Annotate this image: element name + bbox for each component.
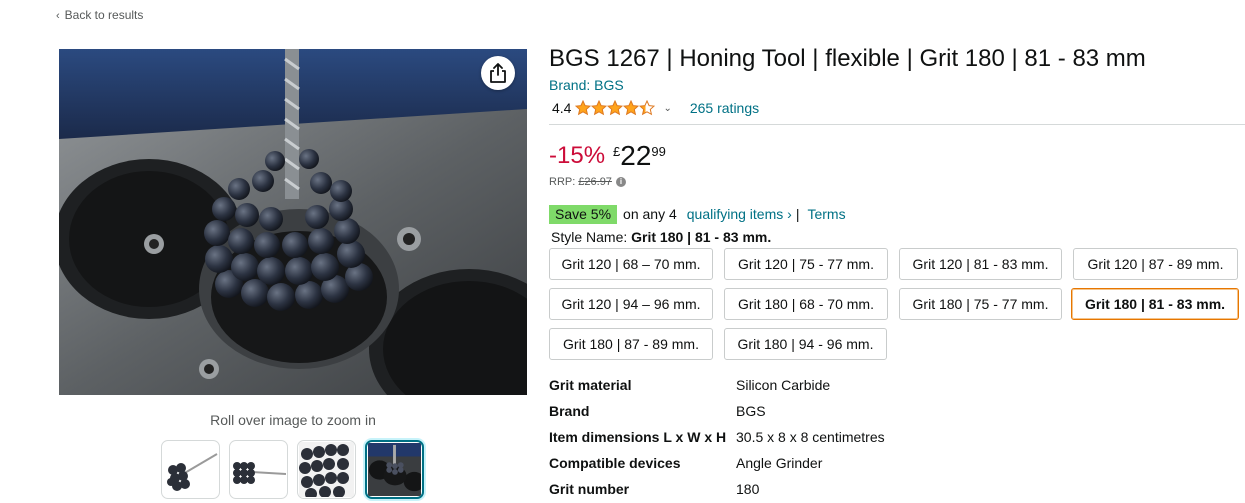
style-option[interactable]: Grit 120 | 94 – 96 mm. — [549, 288, 713, 320]
back-to-results-link[interactable]: ‹ Back to results — [56, 8, 143, 22]
rrp-row: RRP: £26.97 i — [549, 176, 1239, 188]
chevron-down-icon[interactable]: ⌄ — [663, 103, 671, 114]
spec-value: Angle Grinder — [736, 455, 823, 471]
terms-link[interactable]: Terms — [807, 206, 845, 222]
thumbnail-3[interactable] — [297, 440, 356, 499]
price-row: -15% £ 22 99 — [549, 141, 1239, 171]
spec-value: 180 — [736, 481, 760, 497]
price-fraction: 99 — [651, 144, 666, 159]
thumbnail-1[interactable] — [161, 440, 220, 499]
discount-percent: -15% — [549, 142, 606, 169]
thumbnail-image — [233, 462, 286, 484]
chevron-left-icon: ‹ — [56, 10, 60, 22]
thumbnail-strip — [161, 440, 424, 499]
star-icon — [591, 100, 608, 116]
info-icon[interactable]: i — [615, 177, 626, 187]
save-badge: Save 5% — [549, 204, 618, 224]
honing-tool-photo — [59, 49, 527, 395]
spec-row: Grit material Silicon Carbide — [549, 372, 885, 398]
spec-key: Item dimensions L x W x H — [549, 429, 727, 445]
spec-key: Compatible devices — [549, 455, 681, 471]
thumbnail-image — [167, 453, 218, 491]
price-whole: 22 — [620, 140, 652, 171]
main-product-image[interactable] — [59, 49, 527, 395]
style-option[interactable]: Grit 180 | 87 - 89 mm. — [549, 328, 713, 360]
rrp-label: RRP: — [549, 176, 576, 188]
back-label: Back to results — [64, 8, 144, 22]
spec-value: Silicon Carbide — [736, 377, 831, 393]
spec-row: Item dimensions L x W x H 30.5 x 8 x 8 c… — [549, 424, 885, 450]
spec-key: Brand — [549, 403, 590, 419]
promo-row: Save 5% on any 4 qualifying items › | Te… — [549, 204, 1239, 224]
zoom-hint: Roll over image to zoom in — [210, 412, 376, 428]
star-icon — [639, 100, 656, 116]
style-option[interactable]: Grit 120 | 81 - 83 mm. — [899, 248, 1062, 280]
product-info: BGS 1267 | Honing Tool | flexible | Grit… — [549, 44, 1245, 245]
product-title: BGS 1267 | Honing Tool | flexible | Grit… — [549, 45, 1146, 72]
spec-key: Grit number — [549, 481, 630, 497]
brand-link[interactable]: Brand: BGS — [549, 77, 624, 93]
style-option[interactable]: Grit 120 | 68 – 70 mm. — [549, 248, 713, 280]
style-name-row: Style Name: Grit 180 | 81 - 83 mm. — [551, 229, 1239, 245]
rating-row: 4.4 ⌄ 265 ratings — [549, 98, 1239, 118]
style-option[interactable]: Grit 180 | 75 - 77 mm. — [899, 288, 1062, 320]
style-option[interactable]: Grit 120 | 87 - 89 mm. — [1073, 248, 1238, 280]
promo-text: on any 4 — [623, 206, 677, 222]
thumbnail-image — [299, 442, 354, 497]
style-name-value: Grit 180 | 81 - 83 mm. — [631, 229, 772, 245]
spec-value: 30.5 x 8 x 8 centimetres — [736, 429, 885, 445]
star-rating[interactable] — [575, 100, 656, 116]
rating-value: 4.4 — [552, 100, 572, 116]
style-option[interactable]: Grit 120 | 75 - 77 mm. — [724, 248, 888, 280]
share-icon — [490, 63, 506, 83]
spec-value: BGS — [736, 403, 766, 419]
thumbnail-4-active[interactable] — [365, 440, 424, 499]
promo-separator: | — [795, 206, 800, 222]
star-icon — [575, 100, 592, 116]
style-option-selected[interactable]: Grit 180 | 81 - 83 mm. — [1071, 288, 1239, 320]
spec-row: Grit number 180 — [549, 476, 885, 502]
qualifying-items-link[interactable]: qualifying items › — [687, 206, 792, 222]
specs-table: Grit material Silicon Carbide Brand BGS … — [549, 372, 885, 502]
spec-row: Compatible devices Angle Grinder — [549, 450, 885, 476]
star-icon — [607, 100, 624, 116]
rrp-value: £26.97 — [578, 176, 612, 188]
thumbnail-image — [368, 443, 421, 496]
price-currency: £ — [613, 144, 621, 159]
divider — [549, 124, 1245, 125]
share-button[interactable] — [481, 56, 515, 90]
price: £ 22 99 — [613, 141, 666, 171]
style-option[interactable]: Grit 180 | 68 - 70 mm. — [724, 288, 888, 320]
style-name-label: Style Name: — [551, 229, 628, 245]
ratings-count-link[interactable]: 265 ratings — [690, 100, 759, 116]
spec-key: Grit material — [549, 377, 632, 393]
style-option[interactable]: Grit 180 | 94 - 96 mm. — [724, 328, 887, 360]
spec-row: Brand BGS — [549, 398, 885, 424]
star-icon — [623, 100, 640, 116]
thumbnail-2[interactable] — [229, 440, 288, 499]
